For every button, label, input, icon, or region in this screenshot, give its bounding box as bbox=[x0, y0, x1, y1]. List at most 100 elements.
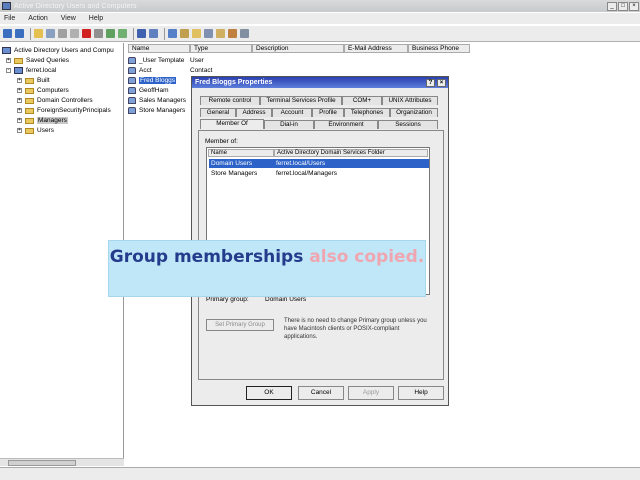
group-icon bbox=[128, 107, 136, 114]
apply-button[interactable]: Apply bbox=[348, 386, 394, 400]
column-header-email[interactable]: E-Mail Address bbox=[344, 44, 408, 53]
list-item[interactable]: Store Managers bbox=[128, 106, 185, 115]
tree-item-foreign-security-principals[interactable]: + ForeignSecurityPrincipals bbox=[17, 106, 111, 115]
folder-icon bbox=[14, 57, 23, 64]
delete-icon[interactable] bbox=[82, 29, 91, 38]
tab-environment[interactable]: Environment bbox=[314, 120, 378, 129]
tab-com-plus[interactable]: COM+ bbox=[342, 96, 382, 105]
menu-help[interactable]: Help bbox=[89, 15, 103, 22]
forward-icon[interactable] bbox=[15, 29, 24, 38]
menu-view[interactable]: View bbox=[61, 15, 76, 22]
folder-icon bbox=[25, 87, 34, 94]
callout-text-highlight: also copied. bbox=[309, 247, 425, 267]
list-item[interactable]: _User Template User bbox=[128, 56, 204, 65]
help-icon[interactable] bbox=[137, 29, 146, 38]
tab-unix-attributes[interactable]: UNIX Attributes bbox=[382, 96, 438, 105]
new-ou-icon[interactable] bbox=[192, 29, 201, 38]
callout-text-primary: Group memberships bbox=[109, 247, 310, 267]
tree-item-root[interactable]: Active Directory Users and Compu bbox=[2, 46, 114, 55]
dialog-close-button[interactable]: × bbox=[437, 78, 446, 87]
tree-item-domain-controllers[interactable]: + Domain Controllers bbox=[17, 96, 93, 105]
tutorial-callout: Group memberships also copied. bbox=[108, 240, 426, 297]
tree-item-builtin[interactable]: + Built bbox=[17, 76, 50, 85]
tree-item-managers[interactable]: + Managers bbox=[17, 116, 68, 125]
filter-icon[interactable] bbox=[204, 29, 213, 38]
column-header-description[interactable]: Description bbox=[252, 44, 344, 53]
user-icon bbox=[128, 87, 136, 94]
dialog-title: Fred Bloggs Properties bbox=[195, 79, 273, 86]
window-title: Active Directory Users and Computers bbox=[14, 2, 137, 10]
tab-remote-control[interactable]: Remote control bbox=[200, 96, 260, 105]
tab-account[interactable]: Account bbox=[272, 108, 312, 117]
tree-horizontal-scrollbar[interactable] bbox=[0, 458, 124, 466]
collapse-icon[interactable]: - bbox=[6, 68, 11, 73]
help-button[interactable]: Help bbox=[398, 386, 444, 400]
toolbar bbox=[0, 25, 640, 42]
properties-icon[interactable] bbox=[94, 29, 103, 38]
tree-pane[interactable]: Active Directory Users and Compu + Saved… bbox=[0, 43, 124, 466]
back-icon[interactable] bbox=[3, 29, 12, 38]
folder-icon bbox=[25, 77, 34, 84]
member-row-store-managers[interactable]: Store Managers ferret.local/Managers bbox=[209, 169, 429, 178]
expand-icon[interactable]: + bbox=[17, 118, 22, 123]
tab-profile[interactable]: Profile bbox=[312, 108, 344, 117]
minimize-button[interactable]: _ bbox=[607, 1, 617, 11]
info-icon[interactable] bbox=[149, 29, 158, 38]
tree-item-users[interactable]: + Users bbox=[17, 126, 54, 135]
ok-button[interactable]: OK bbox=[246, 386, 292, 400]
menu-action[interactable]: Action bbox=[28, 15, 47, 22]
list-item[interactable]: Sales Managers bbox=[128, 96, 186, 105]
member-column-folder[interactable]: Active Directory Domain Services Folder bbox=[274, 149, 428, 157]
delegate-icon[interactable] bbox=[240, 29, 249, 38]
export-icon[interactable] bbox=[118, 29, 127, 38]
list-item[interactable]: GeoffHam bbox=[128, 86, 169, 95]
member-row-domain-users[interactable]: Domain Users ferret.local/Users bbox=[209, 159, 429, 168]
toolbar-divider bbox=[133, 27, 134, 40]
expand-icon[interactable]: + bbox=[17, 78, 22, 83]
new-group-icon[interactable] bbox=[180, 29, 189, 38]
tab-dial-in[interactable]: Dial-in bbox=[264, 120, 314, 129]
maximize-button[interactable]: □ bbox=[618, 1, 628, 11]
column-header-name[interactable]: Name bbox=[128, 44, 190, 53]
add-to-group-icon[interactable] bbox=[228, 29, 237, 38]
tab-general[interactable]: General bbox=[200, 108, 236, 117]
tab-telephones[interactable]: Telephones bbox=[344, 108, 390, 117]
copy-icon[interactable] bbox=[58, 29, 67, 38]
column-header-business-phone[interactable]: Business Phone bbox=[408, 44, 470, 53]
paste-icon[interactable] bbox=[70, 29, 79, 38]
dialog-help-button[interactable]: ? bbox=[426, 78, 435, 87]
show-tree-icon[interactable] bbox=[46, 29, 55, 38]
expand-icon[interactable]: + bbox=[17, 98, 22, 103]
tab-sessions[interactable]: Sessions bbox=[378, 120, 438, 129]
expand-icon[interactable]: + bbox=[17, 128, 22, 133]
new-user-icon[interactable] bbox=[168, 29, 177, 38]
refresh-icon[interactable] bbox=[106, 29, 115, 38]
tree-item-domain[interactable]: - ferret.local bbox=[6, 66, 56, 75]
list-item[interactable]: Fred Bloggs bbox=[128, 76, 177, 85]
close-button[interactable]: × bbox=[629, 1, 639, 11]
tab-terminal-services-profile[interactable]: Terminal Services Profile bbox=[260, 96, 342, 105]
scrollbar-thumb[interactable] bbox=[8, 460, 76, 466]
expand-icon[interactable]: + bbox=[6, 58, 11, 63]
member-column-name[interactable]: Name bbox=[208, 149, 274, 157]
set-primary-group-button[interactable]: Set Primary Group bbox=[206, 319, 274, 331]
expand-icon[interactable]: + bbox=[17, 108, 22, 113]
list-item[interactable]: Acct Contact bbox=[128, 66, 212, 75]
primary-group-label: Primary group: bbox=[206, 296, 249, 303]
user-icon bbox=[128, 77, 136, 84]
find-icon[interactable] bbox=[216, 29, 225, 38]
tree-item-computers[interactable]: + Computers bbox=[17, 86, 69, 95]
expand-icon[interactable]: + bbox=[17, 88, 22, 93]
folder-icon bbox=[25, 117, 34, 124]
member-of-label: Member of: bbox=[205, 138, 238, 145]
tree-item-saved-queries[interactable]: + Saved Queries bbox=[6, 56, 69, 65]
directory-icon bbox=[2, 47, 11, 54]
tab-address[interactable]: Address bbox=[236, 108, 272, 117]
tab-organization[interactable]: Organization bbox=[390, 108, 438, 117]
cancel-button[interactable]: Cancel bbox=[298, 386, 344, 400]
tab-member-of[interactable]: Member Of bbox=[200, 119, 264, 129]
column-header-type[interactable]: Type bbox=[190, 44, 252, 53]
up-folder-icon[interactable] bbox=[34, 29, 43, 38]
menu-file[interactable]: File bbox=[4, 15, 15, 22]
user-icon bbox=[128, 57, 136, 64]
